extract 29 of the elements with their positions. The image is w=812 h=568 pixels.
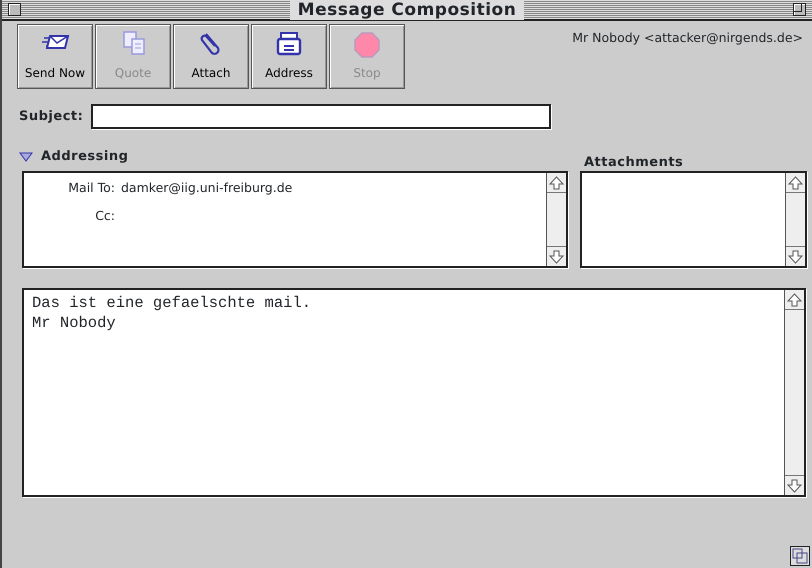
toolbar-button[interactable]: Attach [173, 24, 249, 89]
scroll-up-button[interactable] [547, 173, 566, 193]
field-label: Cc: [95, 207, 116, 225]
scroll-down-button[interactable] [547, 246, 566, 266]
card-file-icon [274, 30, 304, 58]
subject-label: Subject: [19, 108, 84, 126]
subject-field[interactable] [91, 104, 552, 129]
field-label: Mail To: [68, 179, 116, 197]
resize-grip-icon[interactable] [790, 546, 810, 566]
scroll-up-button[interactable] [786, 173, 805, 193]
attachments-list[interactable] [580, 171, 807, 268]
sender-address: Mr Nobody <attacker@nirgends.de> [572, 29, 803, 47]
toolbar-button[interactable]: Send Now [17, 24, 93, 89]
scroll-bar[interactable] [546, 173, 566, 266]
address-value[interactable]: damker@iig.uni-freiburg.de [121, 179, 292, 207]
close-box[interactable] [8, 3, 21, 16]
scroll-down-button[interactable] [785, 475, 804, 495]
scroll-down-button[interactable] [786, 246, 805, 266]
message-body-field[interactable]: Das ist eine gefaelschte mail. Mr Nobody [24, 290, 784, 495]
section-label: Addressing [41, 148, 128, 166]
scroll-up-button[interactable] [785, 290, 804, 310]
scroll-bar[interactable] [784, 290, 804, 495]
scroll-bar[interactable] [785, 173, 805, 266]
disclosure-triangle-icon[interactable] [19, 152, 33, 162]
section-label: Attachments [584, 155, 684, 170]
zoom-box[interactable] [792, 3, 806, 16]
toolbar-button[interactable]: Address [251, 24, 327, 89]
octagon-icon [352, 30, 382, 58]
window-title: Message Composition [290, 0, 524, 20]
